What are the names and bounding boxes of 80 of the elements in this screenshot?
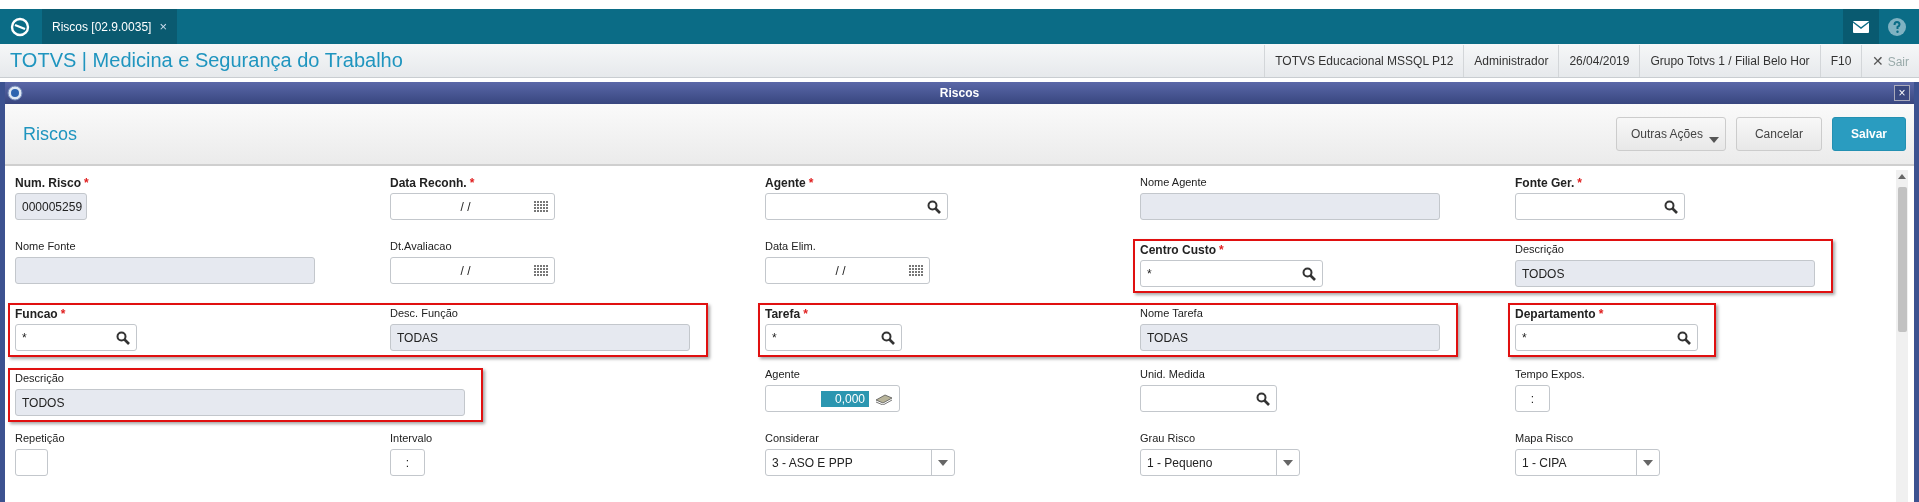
- logo-icon[interactable]: [10, 17, 30, 37]
- field-label: Agente: [765, 368, 800, 382]
- close-tab-button[interactable]: ×: [159, 19, 167, 34]
- caret-icon: [1283, 459, 1293, 466]
- date-field[interactable]: / /: [765, 257, 930, 284]
- field-label: Nome Agente: [1140, 176, 1207, 190]
- field-label: Grau Risco: [1140, 432, 1196, 446]
- field-label: Intervalo: [390, 432, 433, 446]
- dropdown-field[interactable]: 1 - Pequeno: [1140, 449, 1300, 476]
- input-field[interactable]: :: [390, 449, 425, 476]
- readonly-field: TODAS: [1140, 324, 1440, 351]
- lookup-field[interactable]: [1515, 193, 1685, 220]
- field-label: Fonte Ger. *: [1515, 176, 1582, 190]
- scroll-up-icon[interactable]: [1898, 174, 1906, 179]
- readonly-field: TODOS: [15, 389, 465, 416]
- dropdown-field[interactable]: 3 - ASO E PPP: [765, 449, 955, 476]
- dropdown-field[interactable]: 1 - CIPA: [1515, 449, 1660, 476]
- app-icon: [7, 85, 23, 101]
- action-button[interactable]: Cancelar: [1735, 117, 1822, 151]
- field-label: Descrição: [1515, 243, 1564, 257]
- field-label: Departamento *: [1515, 307, 1604, 321]
- calendar-icon[interactable]: [534, 264, 548, 277]
- header-info: TOTVS Educacional MSSQL P12: [1264, 44, 1464, 77]
- caret-icon: [1643, 459, 1653, 466]
- dialog-title: Riscos: [939, 86, 980, 100]
- field-label: Tempo Expos.: [1515, 368, 1585, 382]
- field-label: Descrição: [15, 372, 64, 386]
- lookup-field[interactable]: *: [1140, 260, 1323, 287]
- scrollbar[interactable]: [1896, 170, 1908, 502]
- app-title: TOTVS | Medicina e Segurança do Trabalho: [10, 49, 403, 72]
- calendar-icon[interactable]: [909, 264, 923, 277]
- lookup-field[interactable]: *: [765, 324, 902, 351]
- action-button[interactable]: Outras Ações: [1615, 117, 1726, 151]
- search-icon[interactable]: [927, 199, 941, 214]
- lookup-field[interactable]: [765, 193, 948, 220]
- field-label: Repetição: [15, 432, 65, 446]
- search-icon[interactable]: [1302, 266, 1316, 281]
- header-info: 26/04/2019: [1558, 44, 1640, 77]
- field-label: Agente *: [765, 176, 814, 190]
- panel-title: Riscos: [23, 123, 77, 145]
- lookup-field[interactable]: *: [1515, 324, 1698, 351]
- mail-icon: [1853, 20, 1869, 33]
- field-label: Dt.Avaliacao: [390, 240, 452, 254]
- field-label: Desc. Função: [390, 307, 458, 321]
- tab-label: Riscos [02.9.0035]: [52, 19, 152, 34]
- field-label: Num. Risco *: [15, 176, 89, 190]
- date-field[interactable]: / /: [390, 257, 555, 284]
- search-icon[interactable]: [1256, 391, 1270, 406]
- readonly-field: TODAS: [390, 324, 690, 351]
- search-icon[interactable]: [1664, 199, 1678, 214]
- input-field[interactable]: :: [1515, 385, 1550, 412]
- field-label: Unid. Medida: [1140, 368, 1205, 382]
- readonly-field: TODOS: [1515, 260, 1815, 287]
- header-info: Grupo Totvs 1 / Filial Belo Hor: [1639, 44, 1820, 77]
- caret-icon: [938, 459, 948, 466]
- field-label: Mapa Risco: [1515, 432, 1574, 446]
- date-field[interactable]: / /: [390, 193, 555, 220]
- field-label: Data Reconh. *: [390, 176, 475, 190]
- field-label: Funcao *: [15, 307, 66, 321]
- close-button[interactable]: ×: [1894, 85, 1910, 101]
- header-info: Administrador: [1463, 44, 1559, 77]
- cash-icon[interactable]: [875, 392, 893, 405]
- header-info: F10: [1819, 44, 1862, 77]
- mail-button[interactable]: [1843, 9, 1879, 44]
- lookup-field[interactable]: [1140, 385, 1277, 412]
- search-icon[interactable]: [116, 330, 130, 345]
- field-label: Nome Tarefa: [1140, 307, 1203, 321]
- caret-icon: [1708, 137, 1719, 143]
- input-field[interactable]: [15, 449, 48, 476]
- field-label: Considerar: [765, 432, 819, 446]
- search-icon[interactable]: [1677, 330, 1691, 345]
- calendar-icon[interactable]: [534, 200, 548, 213]
- readonly-field: 000005259: [15, 193, 87, 220]
- field-label: Nome Fonte: [15, 240, 76, 254]
- search-icon[interactable]: [881, 330, 895, 345]
- lookup-field[interactable]: *: [15, 324, 137, 351]
- field-label: Centro Custo *: [1140, 243, 1224, 257]
- field-label: Data Elim.: [765, 240, 816, 254]
- field-label: Tarefa *: [765, 307, 808, 321]
- tab[interactable]: Riscos [02.9.0035] ×: [42, 9, 177, 44]
